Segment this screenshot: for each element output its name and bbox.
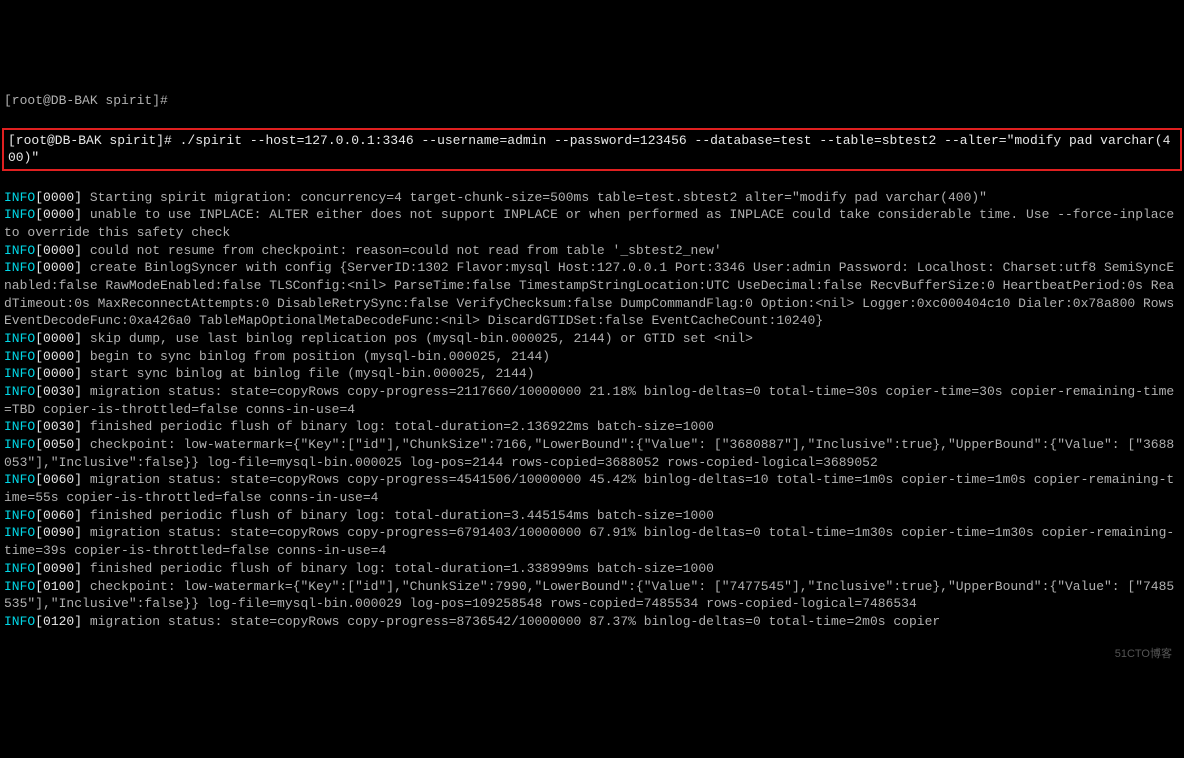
log-message: finished periodic flush of binary log: t… <box>82 419 714 434</box>
watermark-text: 51CTO博客 <box>1115 647 1172 662</box>
log-message: migration status: state=copyRows copy-pr… <box>4 525 1174 558</box>
log-line: INFO[0060] migration status: state=copyR… <box>4 471 1180 506</box>
log-level: INFO <box>4 508 35 523</box>
log-message: migration status: state=copyRows copy-pr… <box>4 384 1174 417</box>
log-line: INFO[0090] finished periodic flush of bi… <box>4 560 1180 578</box>
log-lines: INFO[0000] Starting spirit migration: co… <box>4 189 1180 631</box>
log-message: skip dump, use last binlog replication p… <box>82 331 753 346</box>
log-line: INFO[0000] unable to use INPLACE: ALTER … <box>4 206 1180 241</box>
log-level: INFO <box>4 561 35 576</box>
log-time: [0000] <box>35 190 82 205</box>
log-time: [0000] <box>35 366 82 381</box>
log-message: Starting spirit migration: concurrency=4… <box>82 190 987 205</box>
log-level: INFO <box>4 614 35 629</box>
log-line: INFO[0090] migration status: state=copyR… <box>4 524 1180 559</box>
log-message: finished periodic flush of binary log: t… <box>82 508 714 523</box>
log-line: INFO[0000] start sync binlog at binlog f… <box>4 365 1180 383</box>
command-text: [root@DB-BAK spirit]# ./spirit --host=12… <box>8 133 1170 166</box>
log-line: INFO[0030] migration status: state=copyR… <box>4 383 1180 418</box>
log-time: [0120] <box>35 614 82 629</box>
log-message: migration status: state=copyRows copy-pr… <box>4 472 1174 505</box>
log-line: INFO[0000] Starting spirit migration: co… <box>4 189 1180 207</box>
log-level: INFO <box>4 366 35 381</box>
log-level: INFO <box>4 331 35 346</box>
log-line: INFO[0120] migration status: state=copyR… <box>4 613 1180 631</box>
log-time: [0030] <box>35 419 82 434</box>
log-line: INFO[0000] begin to sync binlog from pos… <box>4 348 1180 366</box>
log-level: INFO <box>4 525 35 540</box>
log-level: INFO <box>4 437 35 452</box>
log-message: start sync binlog at binlog file (mysql-… <box>82 366 534 381</box>
log-level: INFO <box>4 419 35 434</box>
log-time: [0000] <box>35 243 82 258</box>
log-line: INFO[0050] checkpoint: low-watermark={"K… <box>4 436 1180 471</box>
log-message: checkpoint: low-watermark={"Key":["id"],… <box>4 579 1174 612</box>
log-level: INFO <box>4 260 35 275</box>
log-message: begin to sync binlog from position (mysq… <box>82 349 550 364</box>
log-time: [0030] <box>35 384 82 399</box>
log-time: [0000] <box>35 260 82 275</box>
prompt-line: [root@DB-BAK spirit]# <box>4 92 1180 110</box>
log-time: [0000] <box>35 331 82 346</box>
log-level: INFO <box>4 579 35 594</box>
log-level: INFO <box>4 207 35 222</box>
log-time: [0090] <box>35 561 82 576</box>
terminal-output[interactable]: [root@DB-BAK spirit]# [root@DB-BAK spiri… <box>4 75 1180 666</box>
log-line: INFO[0060] finished periodic flush of bi… <box>4 507 1180 525</box>
log-message: create BinlogSyncer with config {ServerI… <box>4 260 1174 328</box>
log-message: could not resume from checkpoint: reason… <box>82 243 722 258</box>
log-level: INFO <box>4 243 35 258</box>
log-line: INFO[0100] checkpoint: low-watermark={"K… <box>4 578 1180 613</box>
log-message: checkpoint: low-watermark={"Key":["id"],… <box>4 437 1174 470</box>
log-level: INFO <box>4 349 35 364</box>
log-message: migration status: state=copyRows copy-pr… <box>82 614 940 629</box>
log-time: [0050] <box>35 437 82 452</box>
log-time: [0060] <box>35 472 82 487</box>
log-level: INFO <box>4 384 35 399</box>
log-message: finished periodic flush of binary log: t… <box>82 561 714 576</box>
log-time: [0000] <box>35 349 82 364</box>
log-line: INFO[0000] create BinlogSyncer with conf… <box>4 259 1180 330</box>
command-highlight: [root@DB-BAK spirit]# ./spirit --host=12… <box>2 128 1182 171</box>
log-line: INFO[0000] skip dump, use last binlog re… <box>4 330 1180 348</box>
log-level: INFO <box>4 472 35 487</box>
log-level: INFO <box>4 190 35 205</box>
log-time: [0060] <box>35 508 82 523</box>
log-time: [0100] <box>35 579 82 594</box>
log-time: [0000] <box>35 207 82 222</box>
log-line: INFO[0030] finished periodic flush of bi… <box>4 418 1180 436</box>
log-message: unable to use INPLACE: ALTER either does… <box>4 207 1182 240</box>
log-time: [0090] <box>35 525 82 540</box>
log-line: INFO[0000] could not resume from checkpo… <box>4 242 1180 260</box>
